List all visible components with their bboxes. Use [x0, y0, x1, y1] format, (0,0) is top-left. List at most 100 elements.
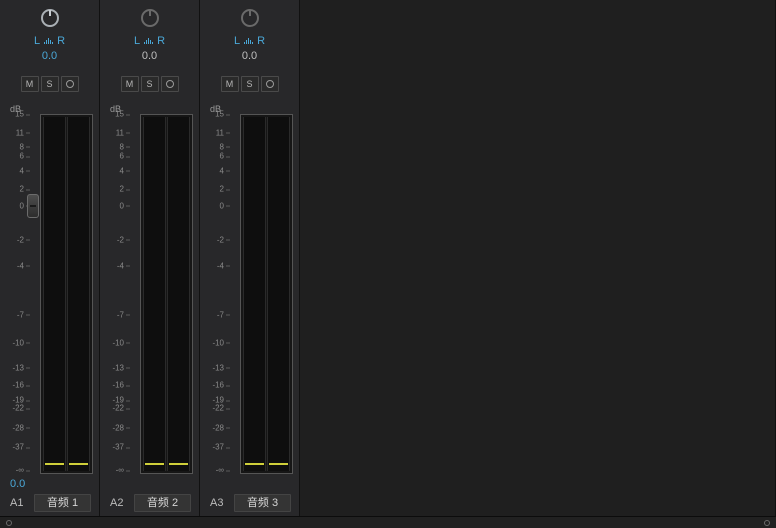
channel-strip: LR0.0MSdB151186420-2-4-7-10-13-16-19-22-…: [200, 0, 300, 516]
scale-tick: 0: [6, 201, 24, 210]
pan-indicator-bars: [144, 38, 153, 44]
pan-value: 0.0: [242, 50, 257, 64]
pan-right-label: R: [257, 35, 265, 47]
mute-button[interactable]: M: [121, 76, 139, 92]
level-meter: [40, 114, 93, 474]
volume-fader[interactable]: [27, 194, 39, 218]
level-meter: [240, 114, 293, 474]
scale-tick: 6: [106, 152, 124, 161]
pan-value: 0.0: [142, 50, 157, 64]
empty-area: [300, 0, 775, 516]
solo-button[interactable]: S: [241, 76, 259, 92]
scale-tick: 15: [106, 110, 124, 119]
scale-tick: -37: [106, 443, 124, 452]
record-arm-button[interactable]: [261, 76, 279, 92]
pan-right-label: R: [57, 35, 65, 47]
pan-value: 0.0: [42, 50, 57, 64]
scale-tick: -37: [206, 443, 224, 452]
level-readout: 0.0: [0, 478, 99, 494]
scale-tick: 11: [206, 128, 224, 137]
scale-tick: 11: [6, 128, 24, 137]
scale-tick: 2: [6, 185, 24, 194]
scale-tick: 8: [206, 142, 224, 151]
meter-scale: 151186420-2-4-7-10-13-16-19-22-28-37-∞: [106, 114, 136, 474]
pan-knob[interactable]: [141, 9, 159, 27]
scale-tick: -22: [206, 404, 224, 413]
pan-knob[interactable]: [41, 9, 59, 27]
scale-tick: -2: [106, 235, 124, 244]
level-readout: [100, 478, 199, 494]
scale-tick: -22: [6, 404, 24, 413]
scale-tick: 6: [206, 152, 224, 161]
track-name-input[interactable]: 音频 1: [34, 494, 91, 512]
scale-tick: 6: [6, 152, 24, 161]
solo-button[interactable]: S: [41, 76, 59, 92]
scroll-handle-left[interactable]: [6, 520, 12, 526]
scale-tick: -28: [6, 423, 24, 432]
pan-left-label: L: [34, 35, 40, 47]
track-name-input[interactable]: 音频 3: [234, 494, 291, 512]
meter-scale: 151186420-2-4-7-10-13-16-19-22-28-37-∞: [206, 114, 236, 474]
track-id: A1: [10, 497, 28, 509]
scale-tick: 2: [206, 185, 224, 194]
mute-button[interactable]: M: [21, 76, 39, 92]
scale-tick: -13: [6, 363, 24, 372]
scale-tick: 0: [106, 201, 124, 210]
scale-tick: 4: [106, 166, 124, 175]
scale-tick: -∞: [106, 466, 124, 475]
scale-tick: -∞: [6, 466, 24, 475]
scale-tick: 15: [206, 110, 224, 119]
scale-tick: -7: [206, 310, 224, 319]
channel-strip: LR0.0MSdB151186420-2-4-7-10-13-16-19-22-…: [100, 0, 200, 516]
solo-button[interactable]: S: [141, 76, 159, 92]
mute-button[interactable]: M: [221, 76, 239, 92]
scale-tick: -10: [6, 338, 24, 347]
pan-indicator-bars: [244, 38, 253, 44]
scale-tick: 8: [106, 142, 124, 151]
scale-tick: -16: [206, 381, 224, 390]
pan-left-label: L: [134, 35, 140, 47]
scale-tick: 4: [6, 166, 24, 175]
pan-knob[interactable]: [241, 9, 259, 27]
scale-tick: -4: [6, 261, 24, 270]
scale-tick: 8: [6, 142, 24, 151]
scale-tick: -16: [106, 381, 124, 390]
scale-tick: -10: [206, 338, 224, 347]
scale-tick: -13: [206, 363, 224, 372]
scale-tick: 4: [206, 166, 224, 175]
track-id: A3: [210, 497, 228, 509]
record-arm-button[interactable]: [161, 76, 179, 92]
level-readout: [200, 478, 299, 494]
scale-tick: -2: [6, 235, 24, 244]
mso-group: MS: [221, 76, 279, 94]
track-name-input[interactable]: 音频 2: [134, 494, 191, 512]
mso-group: MS: [121, 76, 179, 94]
scale-tick: -16: [6, 381, 24, 390]
scale-tick: -7: [106, 310, 124, 319]
scale-tick: -∞: [206, 466, 224, 475]
audio-mixer: LR0.0MSdB151186420-2-4-7-10-13-16-19-22-…: [0, 0, 776, 516]
channel-strip: LR0.0MSdB151186420-2-4-7-10-13-16-19-22-…: [0, 0, 100, 516]
scale-tick: -13: [106, 363, 124, 372]
pan-indicator-bars: [44, 38, 53, 44]
scale-tick: -28: [106, 423, 124, 432]
mso-group: MS: [21, 76, 79, 94]
horizontal-scrollbar[interactable]: [0, 516, 776, 528]
record-arm-button[interactable]: [61, 76, 79, 92]
level-meter: [140, 114, 193, 474]
scale-tick: -28: [206, 423, 224, 432]
scale-tick: 0: [206, 201, 224, 210]
scale-tick: -2: [206, 235, 224, 244]
scale-tick: -4: [206, 261, 224, 270]
scale-tick: 15: [6, 110, 24, 119]
pan-right-label: R: [157, 35, 165, 47]
pan-left-label: L: [234, 35, 240, 47]
scale-tick: 2: [106, 185, 124, 194]
scroll-handle-right[interactable]: [764, 520, 770, 526]
scale-tick: 11: [106, 128, 124, 137]
scale-tick: -37: [6, 443, 24, 452]
scale-tick: -4: [106, 261, 124, 270]
track-id: A2: [110, 497, 128, 509]
scale-tick: -7: [6, 310, 24, 319]
scale-tick: -10: [106, 338, 124, 347]
